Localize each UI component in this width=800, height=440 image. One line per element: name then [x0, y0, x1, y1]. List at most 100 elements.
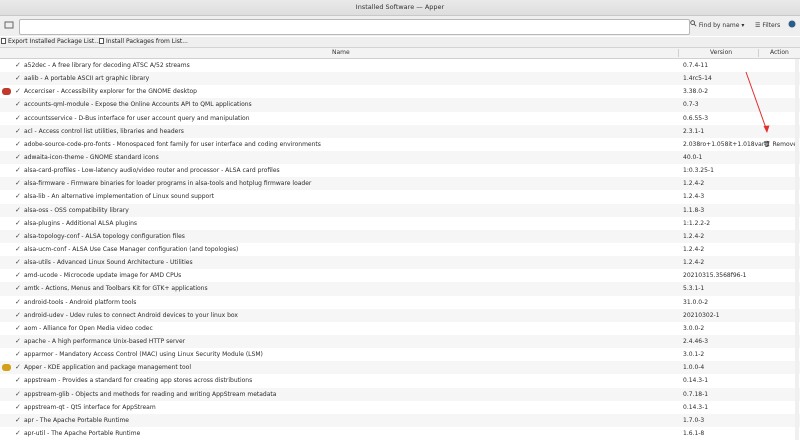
table-row[interactable]: ✓ alsa-oss - OSS compatibility library 1.1…	[0, 203, 800, 217]
search-mode-icon[interactable]	[4, 20, 14, 32]
installed-check-icon[interactable]: ✓	[15, 427, 21, 440]
export-list-button[interactable]: Export Installed Package List...	[1, 37, 100, 47]
installed-check-icon[interactable]: ✓	[15, 335, 21, 348]
column-action[interactable]: Action	[770, 48, 789, 58]
installed-check-icon[interactable]: ✓	[15, 296, 21, 309]
installed-check-icon[interactable]: ✓	[15, 374, 21, 387]
table-row[interactable]: ✓ android-udev - Udev rules to connect An…	[0, 308, 800, 322]
table-row[interactable]: ✓ appstream - Provides a standard for cre…	[0, 374, 800, 387]
installed-check-icon[interactable]: ✓	[15, 388, 21, 401]
table-row[interactable]: ✓ apache - A high performance Unix-based …	[0, 334, 800, 349]
installed-check-icon[interactable]: ✓	[15, 98, 21, 111]
filters-menu[interactable]: ☰ Filters	[755, 20, 780, 32]
table-row[interactable]: ✓ alsa-ucm-conf - ALSA Use Case Manager c…	[0, 243, 800, 256]
package-name: alsa-lib - An alternative implementation…	[24, 193, 215, 201]
table-row[interactable]: ✓ apr-util - The Apache Portable Runtime 1…	[0, 427, 800, 440]
installed-check-icon[interactable]: ✓	[15, 414, 21, 427]
column-name[interactable]: Name	[332, 48, 350, 58]
package-name: aom - Alliance for Open Media video code…	[24, 324, 153, 332]
table-row[interactable]: ✓ a52dec - A free library for decoding AT…	[0, 59, 800, 72]
installed-check-icon[interactable]: ✓	[15, 309, 21, 322]
installed-check-icon[interactable]: ✓	[15, 282, 21, 295]
package-version: 1.7.0-3	[683, 416, 705, 424]
table-row[interactable]: ✓ appstream-glib - Objects and methods fo…	[0, 387, 800, 401]
table-row[interactable]: ✓ alsa-topology-conf - ALSA topology conf…	[0, 229, 800, 243]
column-separator[interactable]	[678, 49, 679, 57]
installed-check-icon[interactable]: ✓	[15, 59, 21, 72]
package-name: amtk - Actions, Menus and Toolbars Kit f…	[24, 285, 208, 293]
installed-check-icon[interactable]: ✓	[15, 243, 21, 256]
package-name: accounts-qml-module - Expose the Online …	[24, 101, 252, 109]
table-row[interactable]: ✓ acl - Access control list utilities, li…	[0, 124, 800, 138]
table-row[interactable]: ✓ adobe-source-code-pro-fonts - Monospace…	[0, 138, 800, 151]
installed-check-icon[interactable]: ✓	[15, 164, 21, 177]
installed-check-icon[interactable]: ✓	[15, 190, 21, 203]
package-name: apr-util - The Apache Portable Runtime	[24, 429, 141, 437]
install-from-list-button[interactable]: Install Packages from List...	[99, 37, 188, 47]
package-name: apache - A high performance Unix-based H…	[24, 337, 186, 345]
document-icon	[99, 38, 104, 44]
column-version[interactable]: Version	[710, 48, 732, 58]
installed-check-icon[interactable]: ✓	[15, 125, 21, 138]
table-row[interactable]: ✓ aalib - A portable ASCII art graphic li…	[0, 72, 800, 86]
table-row[interactable]: ✓ aom - Alliance for Open Media video cod…	[0, 322, 800, 335]
find-by-label: Find by name	[698, 22, 740, 29]
table-row[interactable]: ✓ android-tools - Android platform tools 3…	[0, 296, 800, 309]
table-row[interactable]: ✓ alsa-firmware - Firmware binaries for l…	[0, 177, 800, 191]
trash-icon: 🗑	[763, 140, 773, 148]
installed-check-icon[interactable]: ✓	[15, 151, 21, 164]
table-row[interactable]: ✓ alsa-utils - Advanced Linux Sound Archi…	[0, 256, 800, 270]
package-name: alsa-oss - OSS compatibility library	[24, 206, 129, 214]
package-version: 1.0.0-4	[683, 364, 705, 372]
table-row[interactable]: ✓ Apper - KDE application and package man…	[0, 361, 800, 375]
table-row[interactable]: ✓ appstream-qt - Qt5 interface for AppStr…	[0, 401, 800, 414]
installed-check-icon[interactable]: ✓	[15, 269, 21, 282]
installed-check-icon[interactable]: ✓	[15, 204, 21, 217]
installed-check-icon[interactable]: ✓	[15, 348, 21, 361]
installed-check-icon[interactable]: ✓	[15, 322, 21, 335]
package-version: 5.3.1-1	[683, 285, 705, 293]
table-row[interactable]: ✓ adwaita-icon-theme - GNOME standard ico…	[0, 150, 800, 165]
table-row[interactable]: ✓ Accerciser - Accessibility explorer for…	[0, 85, 800, 98]
find-by-dropdown[interactable]: Find by name ▾	[690, 20, 744, 32]
filter-icon: ☰	[755, 22, 761, 29]
remove-button[interactable]: 🗑 Remove	[763, 138, 797, 151]
table-row[interactable]: ✓ apr - The Apache Portable Runtime 1.7.0-…	[0, 413, 800, 427]
package-version: 1.2.4-3	[683, 193, 705, 201]
package-version: 2.3.1-1	[683, 127, 705, 135]
table-row[interactable]: ✓ alsa-plugins - Additional ALSA plugins 1…	[0, 217, 800, 230]
package-name: accountsservice - D-Bus interface for us…	[24, 114, 250, 122]
table-row[interactable]: ✓ accounts-qml-module - Expose the Online…	[0, 98, 800, 112]
installed-check-icon[interactable]: ✓	[15, 401, 21, 414]
installed-check-icon[interactable]: ✓	[15, 112, 21, 125]
table-row[interactable]: ✓ accountsservice - D-Bus interface for u…	[0, 112, 800, 125]
column-separator[interactable]	[758, 49, 759, 57]
installed-check-icon[interactable]: ✓	[15, 217, 21, 230]
package-version: 1:0.3.25-1	[683, 167, 714, 175]
installed-check-icon[interactable]: ✓	[15, 230, 21, 243]
menu-icon[interactable]	[788, 20, 796, 32]
package-version: 0.6.55-3	[683, 114, 709, 122]
table-row[interactable]: ✓ amd-ucode - Microcode update image for …	[0, 269, 800, 282]
installed-check-icon[interactable]: ✓	[15, 138, 21, 151]
package-name: android-tools - Android platform tools	[24, 298, 137, 306]
package-version: 3.38.0-2	[683, 88, 709, 96]
installed-check-icon[interactable]: ✓	[15, 256, 21, 269]
package-list: ✓ a52dec - A free library for decoding AT…	[0, 59, 800, 440]
action-bar: Export Installed Package List... Install…	[0, 37, 800, 48]
table-row[interactable]: ✓ amtk - Actions, Menus and Toolbars Kit …	[0, 282, 800, 296]
filters-label: Filters	[762, 22, 781, 29]
installed-check-icon[interactable]: ✓	[15, 177, 21, 190]
search-input[interactable]	[19, 19, 690, 35]
installed-check-icon[interactable]: ✓	[15, 72, 21, 85]
package-name: alsa-topology-conf - ALSA topology confi…	[24, 232, 185, 240]
installed-check-icon[interactable]: ✓	[15, 85, 21, 98]
package-version: 0.14.3-1	[683, 403, 709, 411]
vertical-scrollbar[interactable]	[795, 59, 799, 440]
installed-check-icon[interactable]: ✓	[15, 361, 21, 374]
table-row[interactable]: ✓ alsa-card-profiles - Low-latency audio/…	[0, 164, 800, 177]
table-row[interactable]: ✓ apparmor - Mandatory Access Control (MA…	[0, 348, 800, 361]
table-row[interactable]: ✓ alsa-lib - An alternative implementatio…	[0, 190, 800, 203]
package-name: Accerciser - Accessibility explorer for …	[24, 88, 197, 96]
package-version: 1.1.8-3	[683, 206, 705, 214]
